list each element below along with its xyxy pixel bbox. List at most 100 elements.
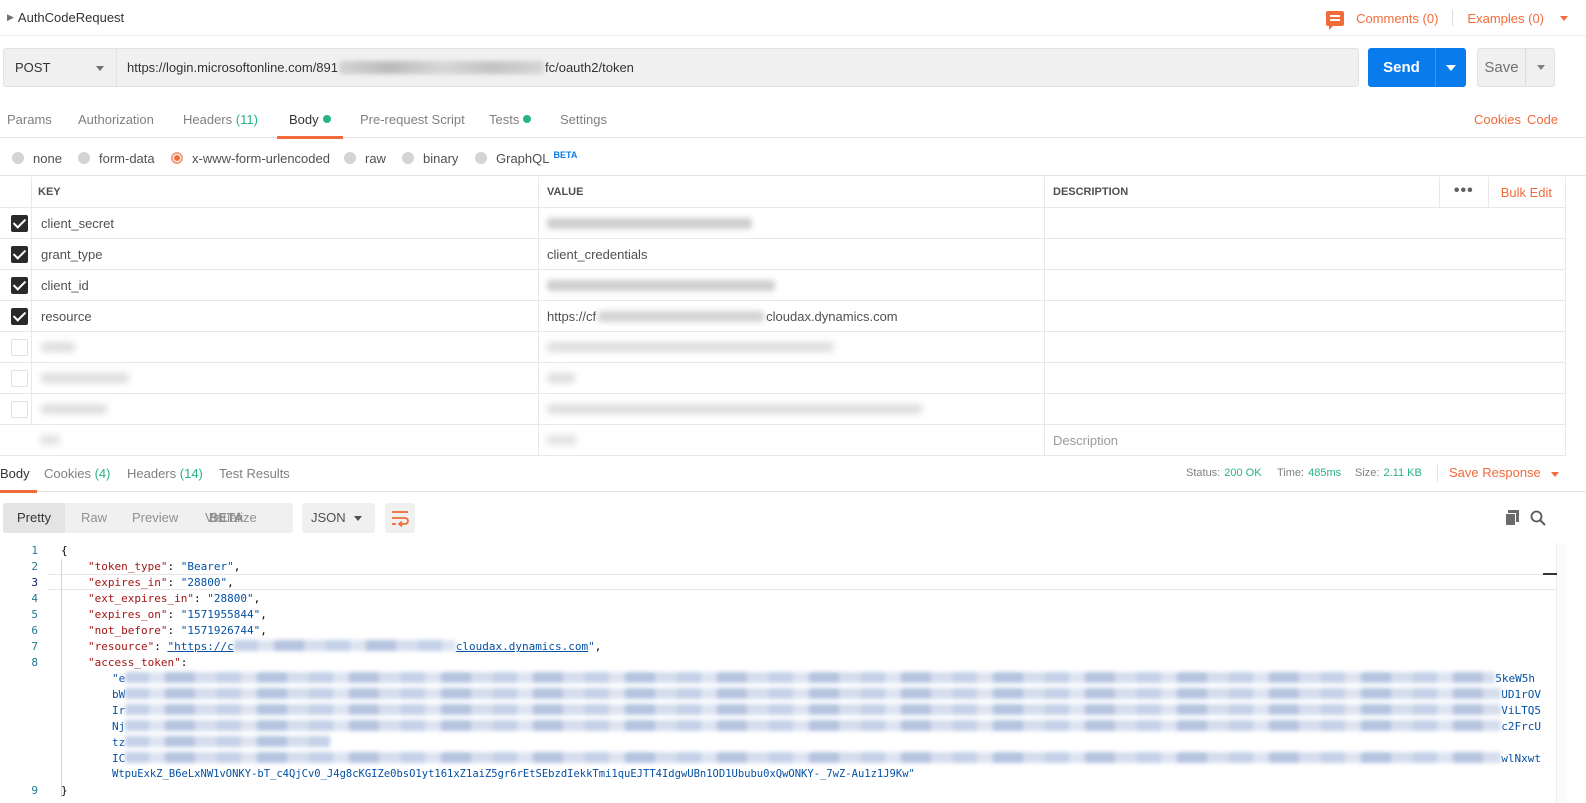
- time-readout: Time: 485ms: [1277, 456, 1341, 490]
- radio-binary[interactable]: binary: [402, 150, 458, 166]
- redacted-tenant-id: [339, 61, 544, 74]
- resource-link[interactable]: "https://c cloudax.dynamics.com: [167, 640, 588, 653]
- param-key[interactable]: [31, 332, 538, 362]
- json-key: "resource": [88, 640, 155, 653]
- save-options-chevron-down-icon[interactable]: [1537, 65, 1545, 70]
- param-key[interactable]: client_secret: [31, 208, 538, 238]
- wrap-lines-button[interactable]: [385, 503, 415, 533]
- url-prefix: https://login.microsoftonline.com/891: [127, 60, 338, 75]
- param-key[interactable]: resource: [31, 301, 538, 331]
- save-response-button[interactable]: Save Response: [1449, 456, 1559, 490]
- param-description[interactable]: [1044, 270, 1566, 300]
- row-checkbox[interactable]: [11, 370, 28, 387]
- bulk-edit-link[interactable]: Bulk Edit: [1489, 185, 1565, 200]
- table-tools: ••• Bulk Edit: [1438, 177, 1565, 208]
- token-line: Nj c2FrcU: [112, 720, 1541, 733]
- format-value: JSON: [311, 510, 346, 525]
- line-number: 8: [31, 656, 38, 669]
- code-line: "not_before": "1571926744",: [88, 624, 267, 637]
- send-options-chevron-down-icon[interactable]: [1446, 64, 1456, 71]
- tab-tests[interactable]: Tests: [489, 101, 532, 138]
- row-checkbox[interactable]: [11, 215, 28, 232]
- param-description[interactable]: [1044, 301, 1566, 331]
- comments-link[interactable]: Comments (0): [1356, 11, 1438, 26]
- param-value[interactable]: [538, 394, 1044, 424]
- row-checkbox[interactable]: [11, 277, 28, 294]
- param-description[interactable]: [1044, 394, 1566, 424]
- tab-authorization[interactable]: Authorization: [78, 101, 154, 138]
- param-value[interactable]: [538, 363, 1044, 393]
- save-button[interactable]: Save: [1477, 48, 1555, 87]
- response-tab-headers[interactable]: Headers (14): [127, 456, 203, 492]
- view-pretty-button[interactable]: Pretty: [3, 503, 65, 533]
- row-checkbox[interactable]: [11, 246, 28, 263]
- token-line: bW UD1rOV: [112, 688, 1541, 701]
- param-description[interactable]: [1044, 208, 1566, 238]
- radio-form-data[interactable]: form-data: [78, 150, 155, 166]
- radio-none[interactable]: none: [12, 150, 62, 166]
- tab-headers[interactable]: Headers (11): [183, 101, 258, 138]
- link-prefix: "https://c: [167, 640, 234, 653]
- code-line: "resource": "https://c cloudax.dynamics.c…: [88, 640, 602, 653]
- response-headers-count: (14): [179, 466, 203, 481]
- token-end: wlNxwt: [1501, 752, 1541, 765]
- tab-settings[interactable]: Settings: [560, 101, 607, 138]
- param-description[interactable]: [1044, 332, 1566, 362]
- column-header-description: DESCRIPTION ••• Bulk Edit: [1044, 177, 1566, 208]
- request-name[interactable]: AuthCodeRequest: [18, 10, 124, 25]
- param-value[interactable]: client_credentials: [538, 239, 1044, 269]
- code-scrollbar[interactable]: [1543, 543, 1566, 803]
- radio-label: raw: [365, 150, 386, 166]
- examples-link[interactable]: Examples (0): [1467, 11, 1544, 26]
- tab-params[interactable]: Params: [7, 101, 52, 138]
- tab-body[interactable]: Body: [277, 101, 343, 139]
- param-description[interactable]: [1044, 363, 1566, 393]
- row-checkbox[interactable]: [11, 401, 28, 418]
- param-description[interactable]: [1044, 239, 1566, 269]
- radio-x-www-form-urlencoded[interactable]: x-www-form-urlencoded: [171, 150, 330, 166]
- url-input[interactable]: https://login.microsoftonline.com/891 fc/…: [117, 48, 1359, 87]
- search-icon[interactable]: [1530, 510, 1546, 526]
- examples-chevron-down-icon[interactable]: [1560, 15, 1568, 21]
- size-value: 2.11 KB: [1383, 467, 1422, 479]
- collapse-caret-icon[interactable]: ▶: [7, 12, 14, 23]
- response-tab-headers-label: Headers: [127, 466, 177, 481]
- indent-guide: [61, 559, 62, 797]
- code-line: }: [61, 784, 68, 797]
- divider: [1437, 465, 1438, 482]
- redacted-token: [125, 752, 1502, 763]
- new-param-key[interactable]: [0, 425, 538, 455]
- view-raw-button[interactable]: Raw: [81, 503, 107, 533]
- send-button[interactable]: Send: [1368, 48, 1466, 87]
- param-key[interactable]: [31, 363, 538, 393]
- radio-graphql[interactable]: GraphQL BETA: [475, 147, 577, 166]
- code-link[interactable]: Code: [1527, 101, 1558, 138]
- table-row: [0, 332, 1566, 363]
- format-select[interactable]: JSON: [302, 503, 375, 533]
- param-key[interactable]: [31, 394, 538, 424]
- comment-icon[interactable]: [1326, 10, 1345, 30]
- param-value[interactable]: [538, 270, 1044, 300]
- param-key[interactable]: grant_type: [31, 239, 538, 269]
- param-key[interactable]: client_id: [31, 270, 538, 300]
- param-value[interactable]: [538, 208, 1044, 238]
- radio-raw[interactable]: raw: [344, 150, 386, 166]
- param-value[interactable]: https://cf cloudax.dynamics.com: [538, 301, 1044, 331]
- cookies-link[interactable]: Cookies: [1474, 101, 1521, 138]
- row-checkbox[interactable]: [11, 339, 28, 356]
- more-options-icon[interactable]: •••: [1440, 182, 1488, 204]
- tab-prerequest-script[interactable]: Pre-request Script: [360, 101, 465, 138]
- row-checkbox[interactable]: [11, 308, 28, 325]
- method-select[interactable]: POST: [3, 48, 117, 87]
- param-value[interactable]: [538, 332, 1044, 362]
- response-tab-test-results[interactable]: Test Results: [219, 456, 290, 492]
- response-code-view[interactable]: 1 2 3 4 5 6 7 8 9 { "token_type": "Beare…: [0, 543, 1556, 803]
- response-tab-cookies[interactable]: Cookies (4): [44, 456, 110, 492]
- status-value: 200 OK: [1224, 467, 1262, 479]
- new-param-value[interactable]: [538, 425, 1044, 455]
- copy-icon[interactable]: [1505, 510, 1519, 526]
- response-tab-body[interactable]: Body: [0, 456, 37, 493]
- value-suffix: cloudax.dynamics.com: [766, 308, 898, 324]
- new-param-description[interactable]: Description: [1044, 425, 1566, 455]
- view-preview-button[interactable]: Preview: [132, 503, 178, 533]
